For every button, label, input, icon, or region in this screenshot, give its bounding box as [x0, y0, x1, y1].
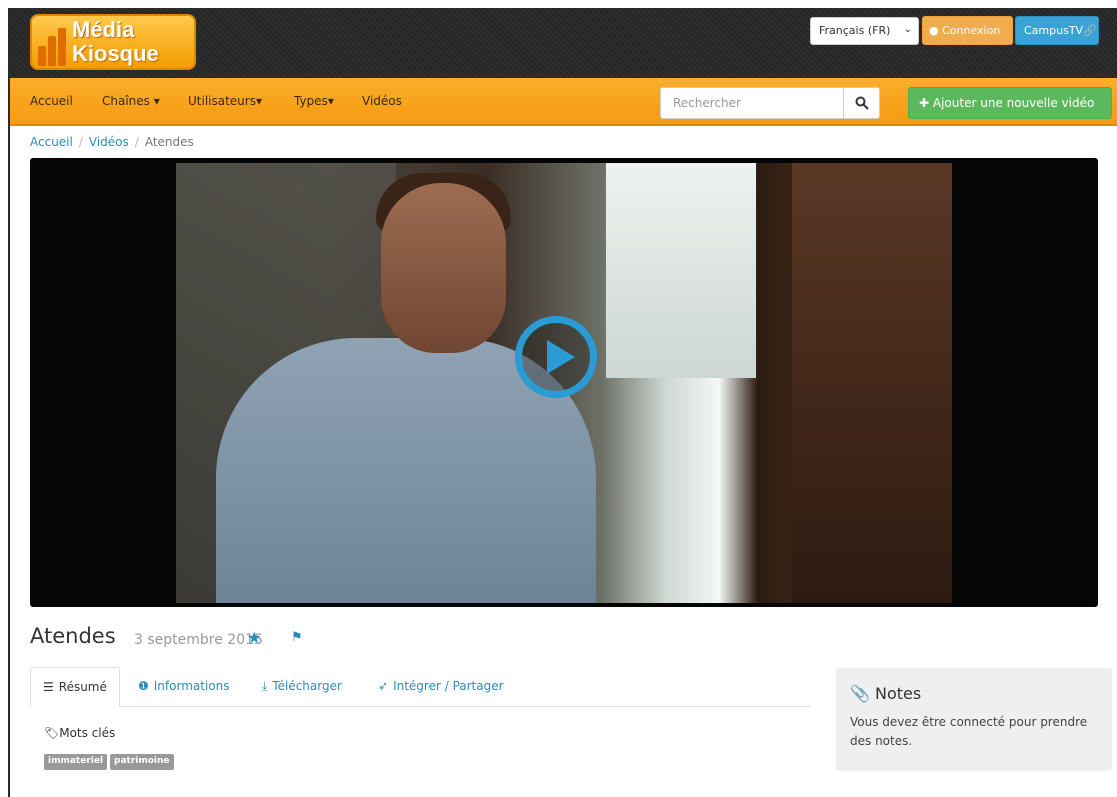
caret-down-icon: ▾ [153, 94, 160, 108]
nav-item-types-label: Types [294, 94, 328, 108]
video-player[interactable] [30, 158, 1098, 607]
notes-heading: 📎 Notes [850, 684, 1098, 703]
top-header: Média Kiosque Français (FR) ⌄ ● Connexio… [10, 8, 1117, 78]
video-tabs: ☰ Résumé ❶ Informations ⤓ Télécharger ➶ Inté… [30, 667, 810, 707]
star-icon[interactable]: ★ [247, 628, 261, 647]
login-label: Connexion [942, 24, 1001, 37]
download-icon: ⤓ [262, 679, 268, 693]
add-video-button[interactable]: ✚ Ajouter une nouvelle vidéo [908, 87, 1112, 119]
paperclip-icon: 📎 [850, 684, 870, 703]
breadcrumb: Accueil / Vidéos / Atendes [30, 135, 194, 149]
caret-down-icon: ▾ [327, 94, 334, 108]
keywords-heading: 🏷Mots clés [44, 726, 115, 740]
chevron-down-icon: ⌄ [903, 24, 912, 35]
tag-badge[interactable]: immateriel [44, 754, 108, 770]
campustv-button[interactable]: CampusTV🔗 [1015, 16, 1099, 45]
login-button[interactable]: ● Connexion [922, 16, 1013, 45]
nav-item-utilisateurs-label: Utilisateurs [188, 94, 256, 108]
campustv-label: CampusTV [1024, 24, 1084, 37]
nav-item-chaines[interactable]: Chaînes ▾ [102, 94, 160, 108]
breadcrumb-videos[interactable]: Vidéos [89, 135, 129, 149]
caret-down-icon: ▾ [255, 94, 263, 108]
notes-title: Notes [875, 684, 922, 703]
nav-item-videos[interactable]: Vidéos [362, 94, 402, 108]
tab-resume-label: Résumé [58, 680, 107, 694]
flag-icon[interactable]: ⚑ [291, 630, 303, 645]
video-title: Atendes [30, 624, 116, 648]
tab-informations-label: Informations [153, 679, 230, 693]
nav-item-types[interactable]: Types▾ [294, 94, 334, 108]
site-logo[interactable]: Média Kiosque [30, 14, 196, 70]
language-select[interactable]: Français (FR) ⌄ [810, 17, 919, 45]
keywords-title: Mots clés [59, 726, 116, 740]
breadcrumb-accueil[interactable]: Accueil [30, 135, 73, 149]
tab-informations[interactable]: ❶ Informations [126, 667, 241, 707]
nav-item-utilisateurs[interactable]: Utilisateurs▾ [188, 94, 262, 108]
search-button[interactable] [844, 87, 880, 119]
user-icon: ● [929, 24, 939, 37]
breadcrumb-separator: / [78, 135, 83, 149]
add-video-label: Ajouter une nouvelle vidéo [932, 96, 1095, 110]
share-icon: ➶ [378, 679, 389, 693]
tab-telecharger[interactable]: ⤓ Télécharger [250, 667, 354, 707]
logo-line2: Kiosque [72, 41, 159, 66]
tab-integrer-partager[interactable]: ➶ Intégrer / Partager [366, 667, 516, 707]
video-date: 3 septembre 2015 [134, 632, 263, 648]
logo-bars-icon [38, 28, 70, 66]
nav-item-chaines-label: Chaînes [102, 94, 150, 108]
tab-integrer-label: Intégrer / Partager [393, 679, 504, 693]
nav-item-accueil[interactable]: Accueil [30, 94, 73, 108]
search-icon [855, 96, 869, 110]
link-icon: 🔗 [1083, 24, 1097, 37]
tag-badge[interactable]: patrimoine [110, 754, 174, 770]
logo-text: Média Kiosque [72, 18, 159, 66]
notes-message: Vous devez être connecté pour prendre de… [850, 715, 1088, 748]
page-frame: Média Kiosque Français (FR) ⌄ ● Connexio… [8, 8, 1117, 797]
search-input[interactable]: Rechercher [660, 87, 844, 119]
logo-line1: Média [72, 17, 135, 42]
language-value: Français (FR) [819, 24, 891, 37]
tab-resume[interactable]: ☰ Résumé [30, 667, 120, 707]
breadcrumb-current: Atendes [144, 135, 194, 149]
plus-icon: ✚ [919, 96, 930, 110]
breadcrumb-separator: / [134, 135, 139, 149]
tags-icon: 🏷 [44, 726, 60, 740]
info-icon: ❶ [138, 679, 149, 693]
notes-panel: 📎 Notes Vous devez être connecté pour pr… [836, 668, 1112, 771]
tab-telecharger-label: Télécharger [272, 679, 342, 693]
play-button[interactable] [515, 316, 597, 398]
list-icon: ☰ [43, 680, 54, 694]
play-icon [547, 340, 575, 374]
